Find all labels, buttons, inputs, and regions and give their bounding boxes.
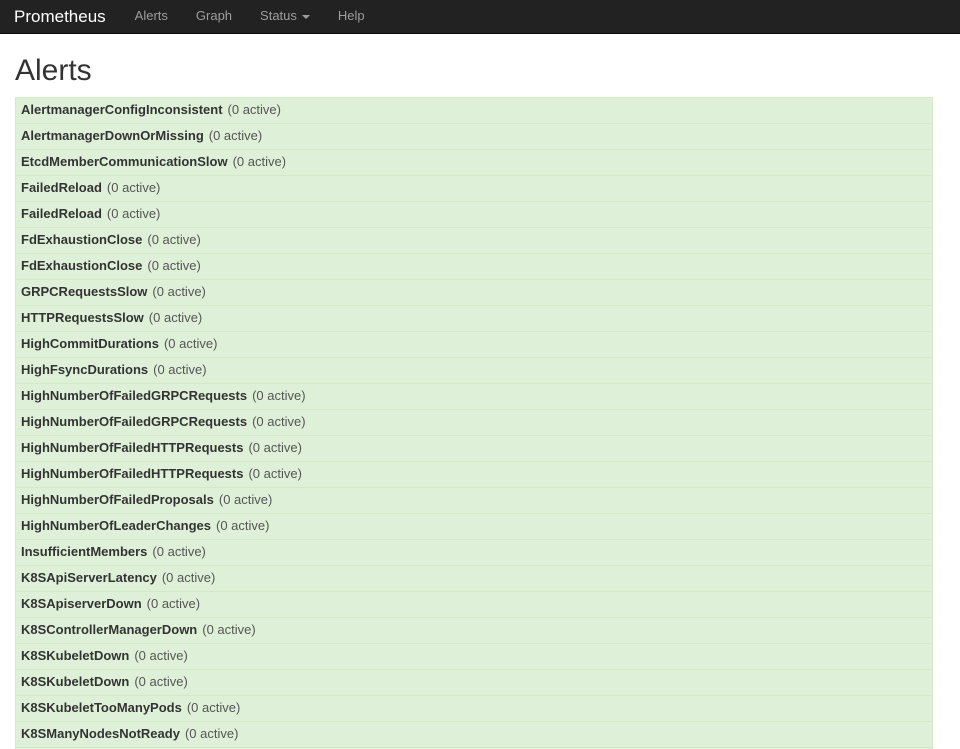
- alert-row[interactable]: AlertmanagerConfigInconsistent (0 active): [15, 97, 933, 123]
- alert-row[interactable]: K8SApiServerLatency (0 active): [15, 565, 933, 591]
- alert-active-count: (0 active): [146, 596, 201, 612]
- top-navbar: Prometheus Alerts Graph Status Help: [0, 0, 960, 34]
- alert-active-count: (0 active): [248, 466, 302, 482]
- alert-active-count: (0 active): [232, 154, 287, 170]
- alert-row[interactable]: FdExhaustionClose (0 active): [15, 253, 933, 279]
- alert-row[interactable]: AlertmanagerDownOrMissing (0 active): [15, 123, 933, 149]
- alert-row[interactable]: HighNumberOfFailedGRPCRequests (0 active): [15, 383, 933, 409]
- nav-graph-label: Graph: [195, 8, 233, 24]
- alert-active-count: (0 active): [106, 206, 161, 222]
- nav-status[interactable]: Status: [246, 0, 324, 33]
- alert-active-count: (0 active): [148, 310, 203, 326]
- nav-alerts[interactable]: Alerts: [121, 0, 182, 33]
- alert-active-count: (0 active): [152, 284, 206, 300]
- alert-row[interactable]: InsufficientMembers (0 active): [15, 539, 933, 565]
- nav-status-label: Status: [260, 8, 297, 24]
- page-title: Alerts: [15, 54, 92, 87]
- alert-row[interactable]: HighNumberOfFailedHTTPRequests (0 active): [15, 461, 933, 487]
- alert-row[interactable]: FailedReload (0 active): [15, 175, 933, 201]
- nav-graph[interactable]: Graph: [182, 0, 246, 33]
- nav-graph-item: Graph: [182, 0, 246, 33]
- alert-name: K8SApiserverDown: [21, 596, 142, 612]
- alert-name: InsufficientMembers: [21, 544, 148, 560]
- alert-name: K8SKubeletDown: [21, 648, 130, 664]
- alert-active-count: (0 active): [152, 544, 206, 560]
- alert-name: HighCommitDurations: [21, 336, 159, 352]
- alert-name: FailedReload: [21, 206, 102, 222]
- alert-active-count: (0 active): [227, 102, 281, 118]
- alert-name: EtcdMemberCommunicationSlow: [21, 154, 228, 170]
- alert-active-count: (0 active): [106, 180, 161, 196]
- alert-row[interactable]: HighNumberOfFailedGRPCRequests (0 active): [15, 409, 933, 435]
- alert-row[interactable]: K8SManyNodesNotReady (0 active): [15, 721, 933, 747]
- alert-active-count: (0 active): [163, 336, 218, 352]
- alert-name: HighNumberOfFailedHTTPRequests: [21, 466, 244, 482]
- alert-name: K8SKubeletDown: [21, 674, 130, 690]
- alerts-list: AlertmanagerConfigInconsistent (0 active)…: [0, 97, 948, 749]
- alert-row[interactable]: HighNumberOfFailedHTTPRequests (0 active): [15, 435, 933, 461]
- alert-row[interactable]: K8SKubeletTooManyPods (0 active): [15, 695, 933, 721]
- alert-name: AlertmanagerConfigInconsistent: [21, 102, 223, 118]
- alert-active-count: (0 active): [153, 362, 207, 378]
- alert-active-count: (0 active): [134, 648, 188, 664]
- alert-name: HTTPRequestsSlow: [21, 310, 144, 326]
- alert-active-count: (0 active): [208, 128, 263, 144]
- alert-name: FailedReload: [21, 180, 102, 196]
- alert-row[interactable]: HighNumberOfFailedProposals (0 active): [15, 487, 933, 513]
- navbar-nav-list: Alerts Graph Status Help: [121, 0, 379, 33]
- alert-active-count: (0 active): [215, 518, 270, 534]
- alert-active-count: (0 active): [184, 726, 239, 742]
- nav-help-item: Help: [324, 0, 379, 33]
- alert-row[interactable]: HighCommitDurations (0 active): [15, 331, 933, 357]
- alert-active-count: (0 active): [147, 232, 201, 248]
- alert-active-count: (0 active): [134, 674, 188, 690]
- alert-active-count: (0 active): [186, 700, 241, 716]
- alert-row[interactable]: FailedReload (0 active): [15, 201, 933, 227]
- alert-active-count: (0 active): [252, 388, 306, 404]
- alert-row[interactable]: K8SApiserverDown (0 active): [15, 591, 933, 617]
- alert-name: HighNumberOfFailedGRPCRequests: [21, 388, 248, 404]
- nav-help-label: Help: [337, 8, 365, 24]
- alert-name: FdExhaustionClose: [21, 232, 143, 248]
- alert-row[interactable]: K8SKubeletDown (0 active): [15, 643, 933, 669]
- chevron-down-icon: [301, 14, 310, 19]
- alert-row[interactable]: K8SControllerManagerDown (0 active): [15, 617, 933, 643]
- alert-active-count: (0 active): [161, 570, 216, 586]
- alert-row[interactable]: FdExhaustionClose (0 active): [15, 227, 933, 253]
- alert-active-count: (0 active): [202, 622, 256, 638]
- alert-name: FdExhaustionClose: [21, 258, 143, 274]
- alert-active-count: (0 active): [248, 440, 302, 456]
- alert-name: AlertmanagerDownOrMissing: [21, 128, 204, 144]
- alert-row[interactable]: K8SKubeletDown (0 active): [15, 669, 933, 695]
- alert-name: HighNumberOfFailedProposals: [21, 492, 214, 508]
- alert-row[interactable]: HighNumberOfLeaderChanges (0 active): [15, 513, 933, 539]
- alert-row[interactable]: EtcdMemberCommunicationSlow (0 active): [15, 149, 933, 175]
- alert-row[interactable]: GRPCRequestsSlow (0 active): [15, 279, 933, 305]
- nav-alerts-label: Alerts: [134, 8, 168, 24]
- alert-name: K8SManyNodesNotReady: [21, 726, 180, 742]
- alert-name: HighNumberOfLeaderChanges: [21, 518, 211, 534]
- alert-name: K8SApiServerLatency: [21, 570, 157, 586]
- alert-name: K8SKubeletTooManyPods: [21, 700, 182, 716]
- alert-row[interactable]: HighFsyncDurations (0 active): [15, 357, 933, 383]
- nav-alerts-item: Alerts: [121, 0, 182, 33]
- alert-name: GRPCRequestsSlow: [21, 284, 148, 300]
- alert-row[interactable]: HTTPRequestsSlow (0 active): [15, 305, 933, 331]
- nav-help[interactable]: Help: [324, 0, 379, 33]
- alert-name: K8SControllerManagerDown: [21, 622, 198, 638]
- alert-active-count: (0 active): [252, 414, 306, 430]
- alert-name: HighNumberOfFailedHTTPRequests: [21, 440, 244, 456]
- brand-prometheus[interactable]: Prometheus: [0, 0, 121, 33]
- alert-name: HighNumberOfFailedGRPCRequests: [21, 414, 248, 430]
- alert-active-count: (0 active): [147, 258, 201, 274]
- nav-status-item: Status: [246, 0, 324, 33]
- alert-active-count: (0 active): [218, 492, 273, 508]
- page-header: Alerts: [0, 54, 948, 87]
- alert-name: HighFsyncDurations: [21, 362, 149, 378]
